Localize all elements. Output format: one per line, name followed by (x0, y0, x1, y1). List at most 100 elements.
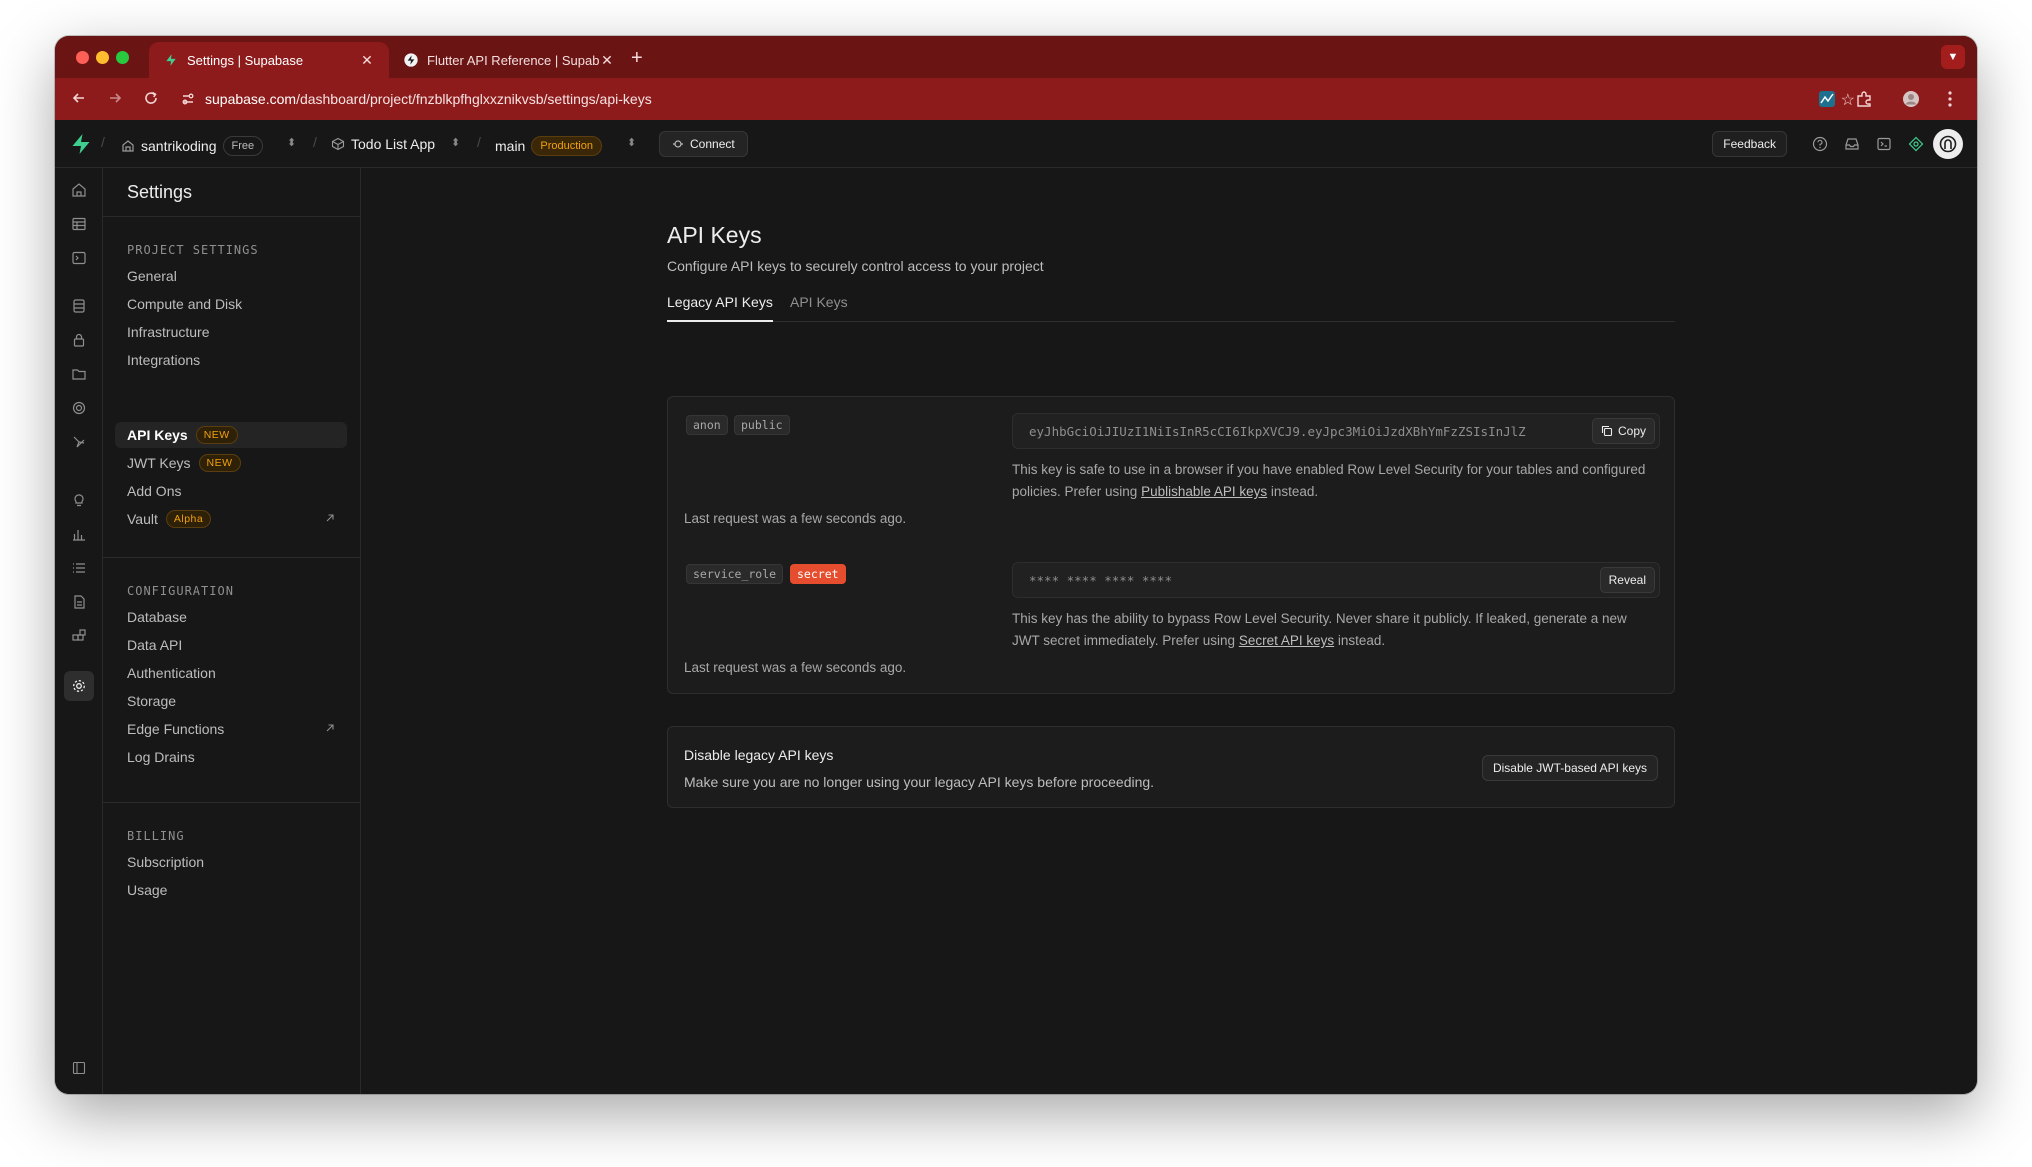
project-switcher-chevron-icon[interactable]: ⬍ (451, 136, 460, 149)
help-text: This key is safe to use in a browser if … (1012, 462, 1646, 499)
copy-label: Copy (1617, 424, 1646, 438)
supabase-logo-icon[interactable] (71, 133, 91, 155)
extension-chart-icon[interactable] (1818, 90, 1836, 108)
browser-tab-settings[interactable]: Settings | Supabase ✕ (149, 42, 389, 78)
section-label-billing: BILLING (127, 829, 185, 843)
branch-selector[interactable]: main Production (495, 136, 602, 156)
sidebar-item-compute-and-disk[interactable]: Compute and Disk (115, 291, 347, 317)
project-box-icon (331, 137, 345, 151)
integrations-grid-icon[interactable] (69, 626, 89, 646)
sidebar-item-storage[interactable]: Storage (115, 688, 347, 714)
tab-title: Flutter API Reference | Supab (427, 52, 599, 68)
anon-key-value: eyJhbGciOiJIUzI1NiIsInR5cCI6IkpXVCJ9.eyJ… (1029, 424, 1526, 439)
reveal-button[interactable]: Reveal (1599, 567, 1655, 593)
close-window-button[interactable] (76, 51, 89, 64)
browser-window: Settings | Supabase ✕ Flutter API Refere… (55, 36, 1977, 1094)
sidebar-item-vault[interactable]: Vault Alpha (115, 506, 347, 532)
sidebar-item-log-drains[interactable]: Log Drains (115, 744, 347, 770)
nav-icon-rail (55, 168, 103, 1094)
browser-tab-flutter[interactable]: Flutter API Reference | Supab ✕ (389, 42, 629, 78)
service-role-key-field[interactable]: **** **** **** **** Reveal (1012, 562, 1660, 598)
api-docs-icon[interactable] (69, 592, 89, 612)
external-link-icon (325, 513, 335, 523)
key-role-chip: service_role (686, 564, 784, 584)
sidebar-item-general[interactable]: General (115, 263, 347, 289)
sidebar-item-label: General (127, 268, 177, 284)
url-domain: supabase.com (205, 91, 297, 107)
sidebar-item-subscription[interactable]: Subscription (115, 849, 347, 875)
tab-close-icon[interactable]: ✕ (599, 52, 615, 69)
page-description: Configure API keys to securely control a… (667, 258, 1044, 274)
help-circle-icon[interactable] (1810, 134, 1830, 154)
connect-button[interactable]: Connect (659, 131, 748, 157)
alpha-badge: Alpha (165, 510, 212, 528)
sidebar-item-edge-functions[interactable]: Edge Functions (115, 716, 347, 742)
sidebar-item-jwt-keys[interactable]: JWT Keys NEW (115, 450, 347, 476)
table-editor-icon[interactable] (69, 214, 89, 234)
org-switcher-chevron-icon[interactable]: ⬍ (287, 136, 296, 149)
branch-switcher-chevron-icon[interactable]: ⬍ (627, 136, 636, 149)
sidebar-item-data-api[interactable]: Data API (115, 632, 347, 658)
advisors-lightbulb-icon[interactable] (69, 490, 89, 510)
section-label-configuration: CONFIGURATION (127, 584, 234, 598)
sidebar-item-authentication[interactable]: Authentication (115, 660, 347, 686)
settings-sidebar: Settings PROJECT SETTINGS General Comput… (103, 168, 361, 1094)
new-tab-icon[interactable]: + (631, 48, 643, 68)
reload-icon[interactable] (143, 90, 159, 106)
sidebar-item-api-keys[interactable]: API Keys NEW (115, 422, 347, 448)
sidebar-item-label: Database (127, 609, 187, 625)
home-icon[interactable] (69, 180, 89, 200)
tab-search-chevron-icon[interactable]: ▼ (1941, 45, 1965, 69)
realtime-icon[interactable] (69, 398, 89, 418)
sidebar-item-label: Storage (127, 693, 177, 709)
terminal-icon[interactable] (1874, 134, 1894, 154)
disable-jwt-keys-button[interactable]: Disable JWT-based API keys (1481, 755, 1658, 781)
back-arrow-icon[interactable] (71, 90, 87, 106)
sidebar-item-database[interactable]: Database (115, 604, 347, 630)
sidebar-item-infrastructure[interactable]: Infrastructure (115, 319, 347, 345)
publishable-keys-link[interactable]: Publishable API keys (1141, 484, 1267, 499)
anon-key-field[interactable]: eyJhbGciOiJIUzI1NiIsInR5cCI6IkpXVCJ9.eyJ… (1012, 413, 1660, 449)
sidebar-item-label: Log Drains (127, 749, 195, 765)
tab-legacy-api-keys[interactable]: Legacy API Keys (667, 294, 773, 322)
auth-lock-icon[interactable] (69, 330, 89, 350)
copy-button[interactable]: Copy (1591, 418, 1655, 444)
external-link-icon (325, 723, 335, 733)
branch-name: main (495, 138, 526, 154)
sidebar-item-label: JWT Keys (127, 455, 191, 471)
secret-keys-link[interactable]: Secret API keys (1239, 633, 1334, 648)
logs-list-icon[interactable] (69, 558, 89, 578)
sidebar-item-integrations[interactable]: Integrations (115, 347, 347, 373)
minimize-window-button[interactable] (96, 51, 109, 64)
extensions-puzzle-icon[interactable] (1855, 90, 1873, 108)
site-info-icon[interactable] (181, 92, 195, 106)
supabase-favicon-icon (163, 52, 179, 68)
feedback-button[interactable]: Feedback (1712, 131, 1787, 157)
collapse-sidebar-icon[interactable] (69, 1058, 89, 1078)
project-name: Todo List App (351, 136, 436, 152)
browser-menu-icon[interactable] (1947, 90, 1953, 108)
assistant-sparkle-icon[interactable] (1906, 134, 1926, 154)
database-icon[interactable] (69, 296, 89, 316)
new-badge: NEW (195, 426, 238, 444)
address-bar[interactable]: supabase.com/dashboard/project/fnzblkpfh… (175, 83, 1925, 115)
profile-avatar-icon[interactable] (1902, 90, 1920, 108)
settings-gear-icon[interactable] (64, 671, 94, 701)
project-selector[interactable]: Todo List App (331, 136, 435, 152)
maximize-window-button[interactable] (116, 51, 129, 64)
inbox-icon[interactable] (1842, 134, 1862, 154)
tab-close-icon[interactable]: ✕ (359, 52, 375, 69)
sql-editor-icon[interactable] (69, 248, 89, 268)
reports-chart-icon[interactable] (69, 524, 89, 544)
storage-folder-icon[interactable] (69, 364, 89, 384)
sidebar-item-usage[interactable]: Usage (115, 877, 347, 903)
sidebar-item-add-ons[interactable]: Add Ons (115, 478, 347, 504)
user-avatar[interactable] (1933, 129, 1963, 159)
last-request-text: Last request was a few seconds ago. (684, 511, 907, 526)
edge-functions-icon[interactable] (69, 432, 89, 452)
bookmark-star-icon[interactable]: ☆ (1841, 90, 1855, 110)
forward-arrow-icon[interactable] (107, 90, 123, 106)
main-content: API Keys Configure API keys to securely … (361, 168, 1977, 1094)
org-selector[interactable]: santrikoding Free (121, 136, 264, 156)
tab-api-keys[interactable]: API Keys (790, 294, 848, 322)
